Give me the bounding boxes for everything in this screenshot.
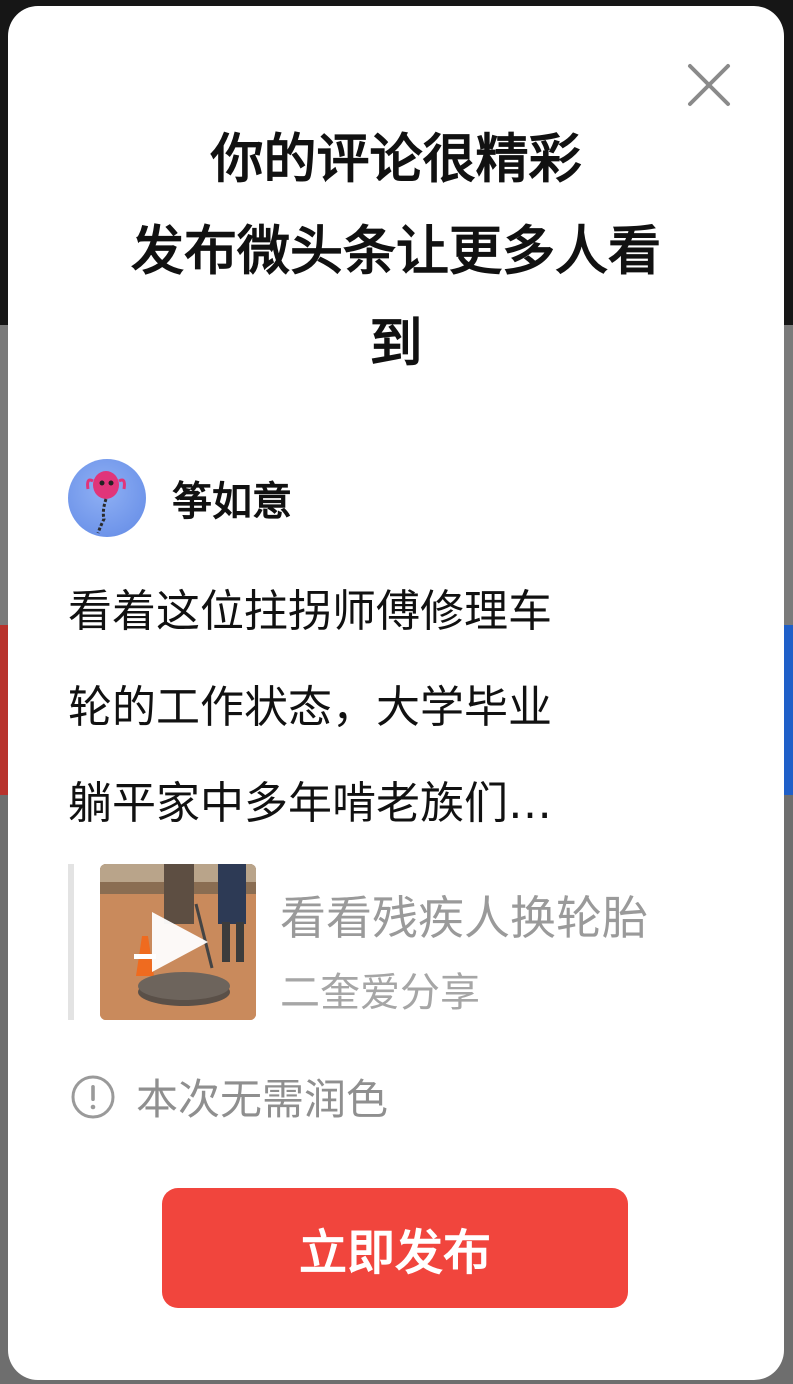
notice-text: 本次无需润色: [136, 1075, 389, 1124]
close-icon[interactable]: [686, 62, 732, 108]
publish-dialog: 你的评论很精彩 发布微头条让更多人看 到 筝如意 看着这位拄拐师傅修理车 轮的工…: [8, 6, 784, 1380]
author-name: 筝如意: [172, 479, 292, 525]
author-row: 筝如意: [68, 458, 292, 538]
quoted-post-card[interactable]: 看看残疾人换轮胎 二奎爱分享: [68, 862, 748, 1022]
kite-icon: [86, 471, 126, 534]
polish-notice: 本次无需润色: [70, 1066, 388, 1127]
comment-line: 躺平家中多年啃老族们…: [68, 778, 552, 829]
quote-bar: [68, 864, 74, 1020]
comment-text: 看着这位拄拐师傅修理车 轮的工作状态，大学毕业 躺平家中多年啃老族们…: [68, 564, 728, 852]
video-thumbnail[interactable]: [100, 864, 256, 1020]
headline-line: 发布微头条让更多人看: [131, 221, 661, 282]
avatar: [68, 459, 146, 537]
publish-button[interactable]: 立即发布: [162, 1188, 628, 1308]
quoted-post-author: 二奎爱分享: [280, 970, 480, 1016]
headline-line: 到: [369, 313, 423, 374]
play-icon[interactable]: [100, 864, 256, 1020]
headline-line: 你的评论很精彩: [210, 129, 582, 190]
comment-line: 轮的工作状态，大学毕业: [68, 682, 552, 733]
comment-line: 看着这位拄拐师傅修理车: [68, 586, 552, 637]
quoted-post-title: 看看残疾人换轮胎: [280, 891, 648, 945]
info-icon: [71, 1075, 115, 1118]
dialog-headline: 你的评论很精彩 发布微头条让更多人看 到: [68, 114, 724, 390]
